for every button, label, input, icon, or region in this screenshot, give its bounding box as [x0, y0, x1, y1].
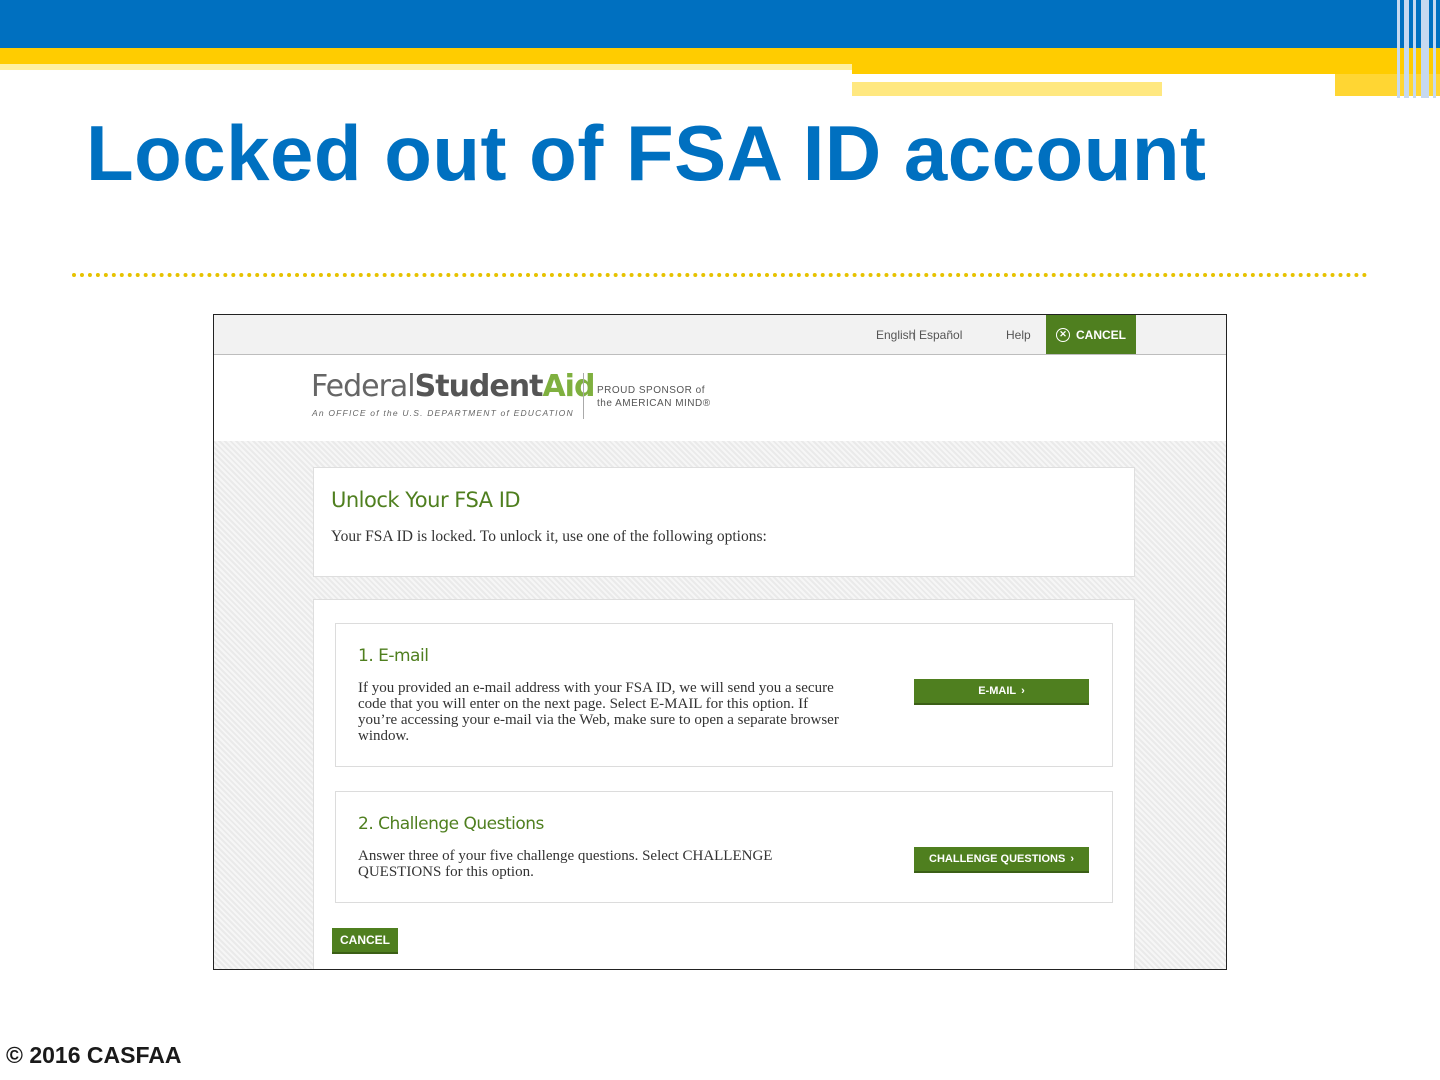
sponsor-line-2: the AMERICAN MIND®: [597, 398, 711, 409]
copyright-footer: © 2016 CASFAA: [6, 1042, 182, 1068]
logo-header: FederalStudentAid An OFFICE of the U.S. …: [214, 355, 1226, 441]
challenge-option-title: 2. Challenge Questions: [358, 814, 544, 834]
email-option: 1. E-mail If you provided an e-mail addr…: [335, 623, 1113, 767]
header-light-yellow-bar: [852, 82, 1162, 96]
header-white-line: [1160, 76, 1335, 80]
logo-subtitle: An OFFICE of the U.S. DEPARTMENT of EDUC…: [312, 408, 574, 418]
sponsor-line-1: PROUD SPONSOR of: [597, 385, 706, 396]
top-cancel-label: CANCEL: [1076, 327, 1126, 342]
header-yellow-bar: [0, 48, 1440, 64]
email-option-text: If you provided an e-mail address with y…: [358, 680, 839, 744]
federal-student-aid-logo[interactable]: FederalStudentAid: [311, 369, 595, 404]
email-button[interactable]: E-MAIL ›: [914, 679, 1089, 705]
header-pale-bar: [0, 64, 852, 70]
challenge-option-text: Answer three of your five challenge ques…: [358, 848, 773, 880]
slide-title: Locked out of FSA ID account: [86, 109, 1207, 197]
logo-aid: Aid: [542, 369, 595, 404]
language-separator: |: [913, 327, 917, 341]
challenge-questions-option: 2. Challenge Questions Answer three of y…: [335, 791, 1113, 903]
header-yellow-bar-right: [852, 64, 1440, 74]
header-blue-bar: [0, 0, 1440, 48]
unlock-title: Unlock Your FSA ID: [331, 488, 521, 512]
top-cancel-button[interactable]: ✕ CANCEL: [1046, 315, 1136, 354]
chevron-right-icon: ›: [1021, 685, 1025, 697]
language-english-link[interactable]: English: [876, 328, 915, 342]
unlock-options-card: 1. E-mail If you provided an e-mail addr…: [313, 599, 1135, 969]
unlock-intro-card: Unlock Your FSA ID Your FSA ID is locked…: [313, 467, 1135, 577]
language-espanol-link[interactable]: Español: [919, 328, 962, 342]
email-button-label: E-MAIL: [978, 685, 1017, 697]
unlock-description: Your FSA ID is locked. To unlock it, use…: [331, 528, 767, 545]
header-vertical-lines: [1395, 0, 1440, 98]
challenge-questions-button[interactable]: CHALLENGE QUESTIONS ›: [914, 847, 1089, 873]
cancel-button[interactable]: CANCEL: [332, 928, 398, 954]
title-divider: [72, 273, 1368, 277]
help-link[interactable]: Help: [1006, 328, 1031, 342]
logo-student: Student: [414, 369, 544, 404]
email-option-title: 1. E-mail: [358, 646, 429, 666]
challenge-button-label: CHALLENGE QUESTIONS: [929, 853, 1066, 865]
fsa-screenshot: English | Español Help ✕ CANCEL FederalS…: [213, 314, 1227, 970]
logo-divider: [583, 373, 584, 419]
logo-federal: Federal: [311, 369, 416, 404]
chevron-right-icon: ›: [1070, 853, 1074, 865]
top-utility-bar: English | Español Help ✕ CANCEL: [214, 315, 1226, 355]
close-icon: ✕: [1056, 327, 1070, 342]
